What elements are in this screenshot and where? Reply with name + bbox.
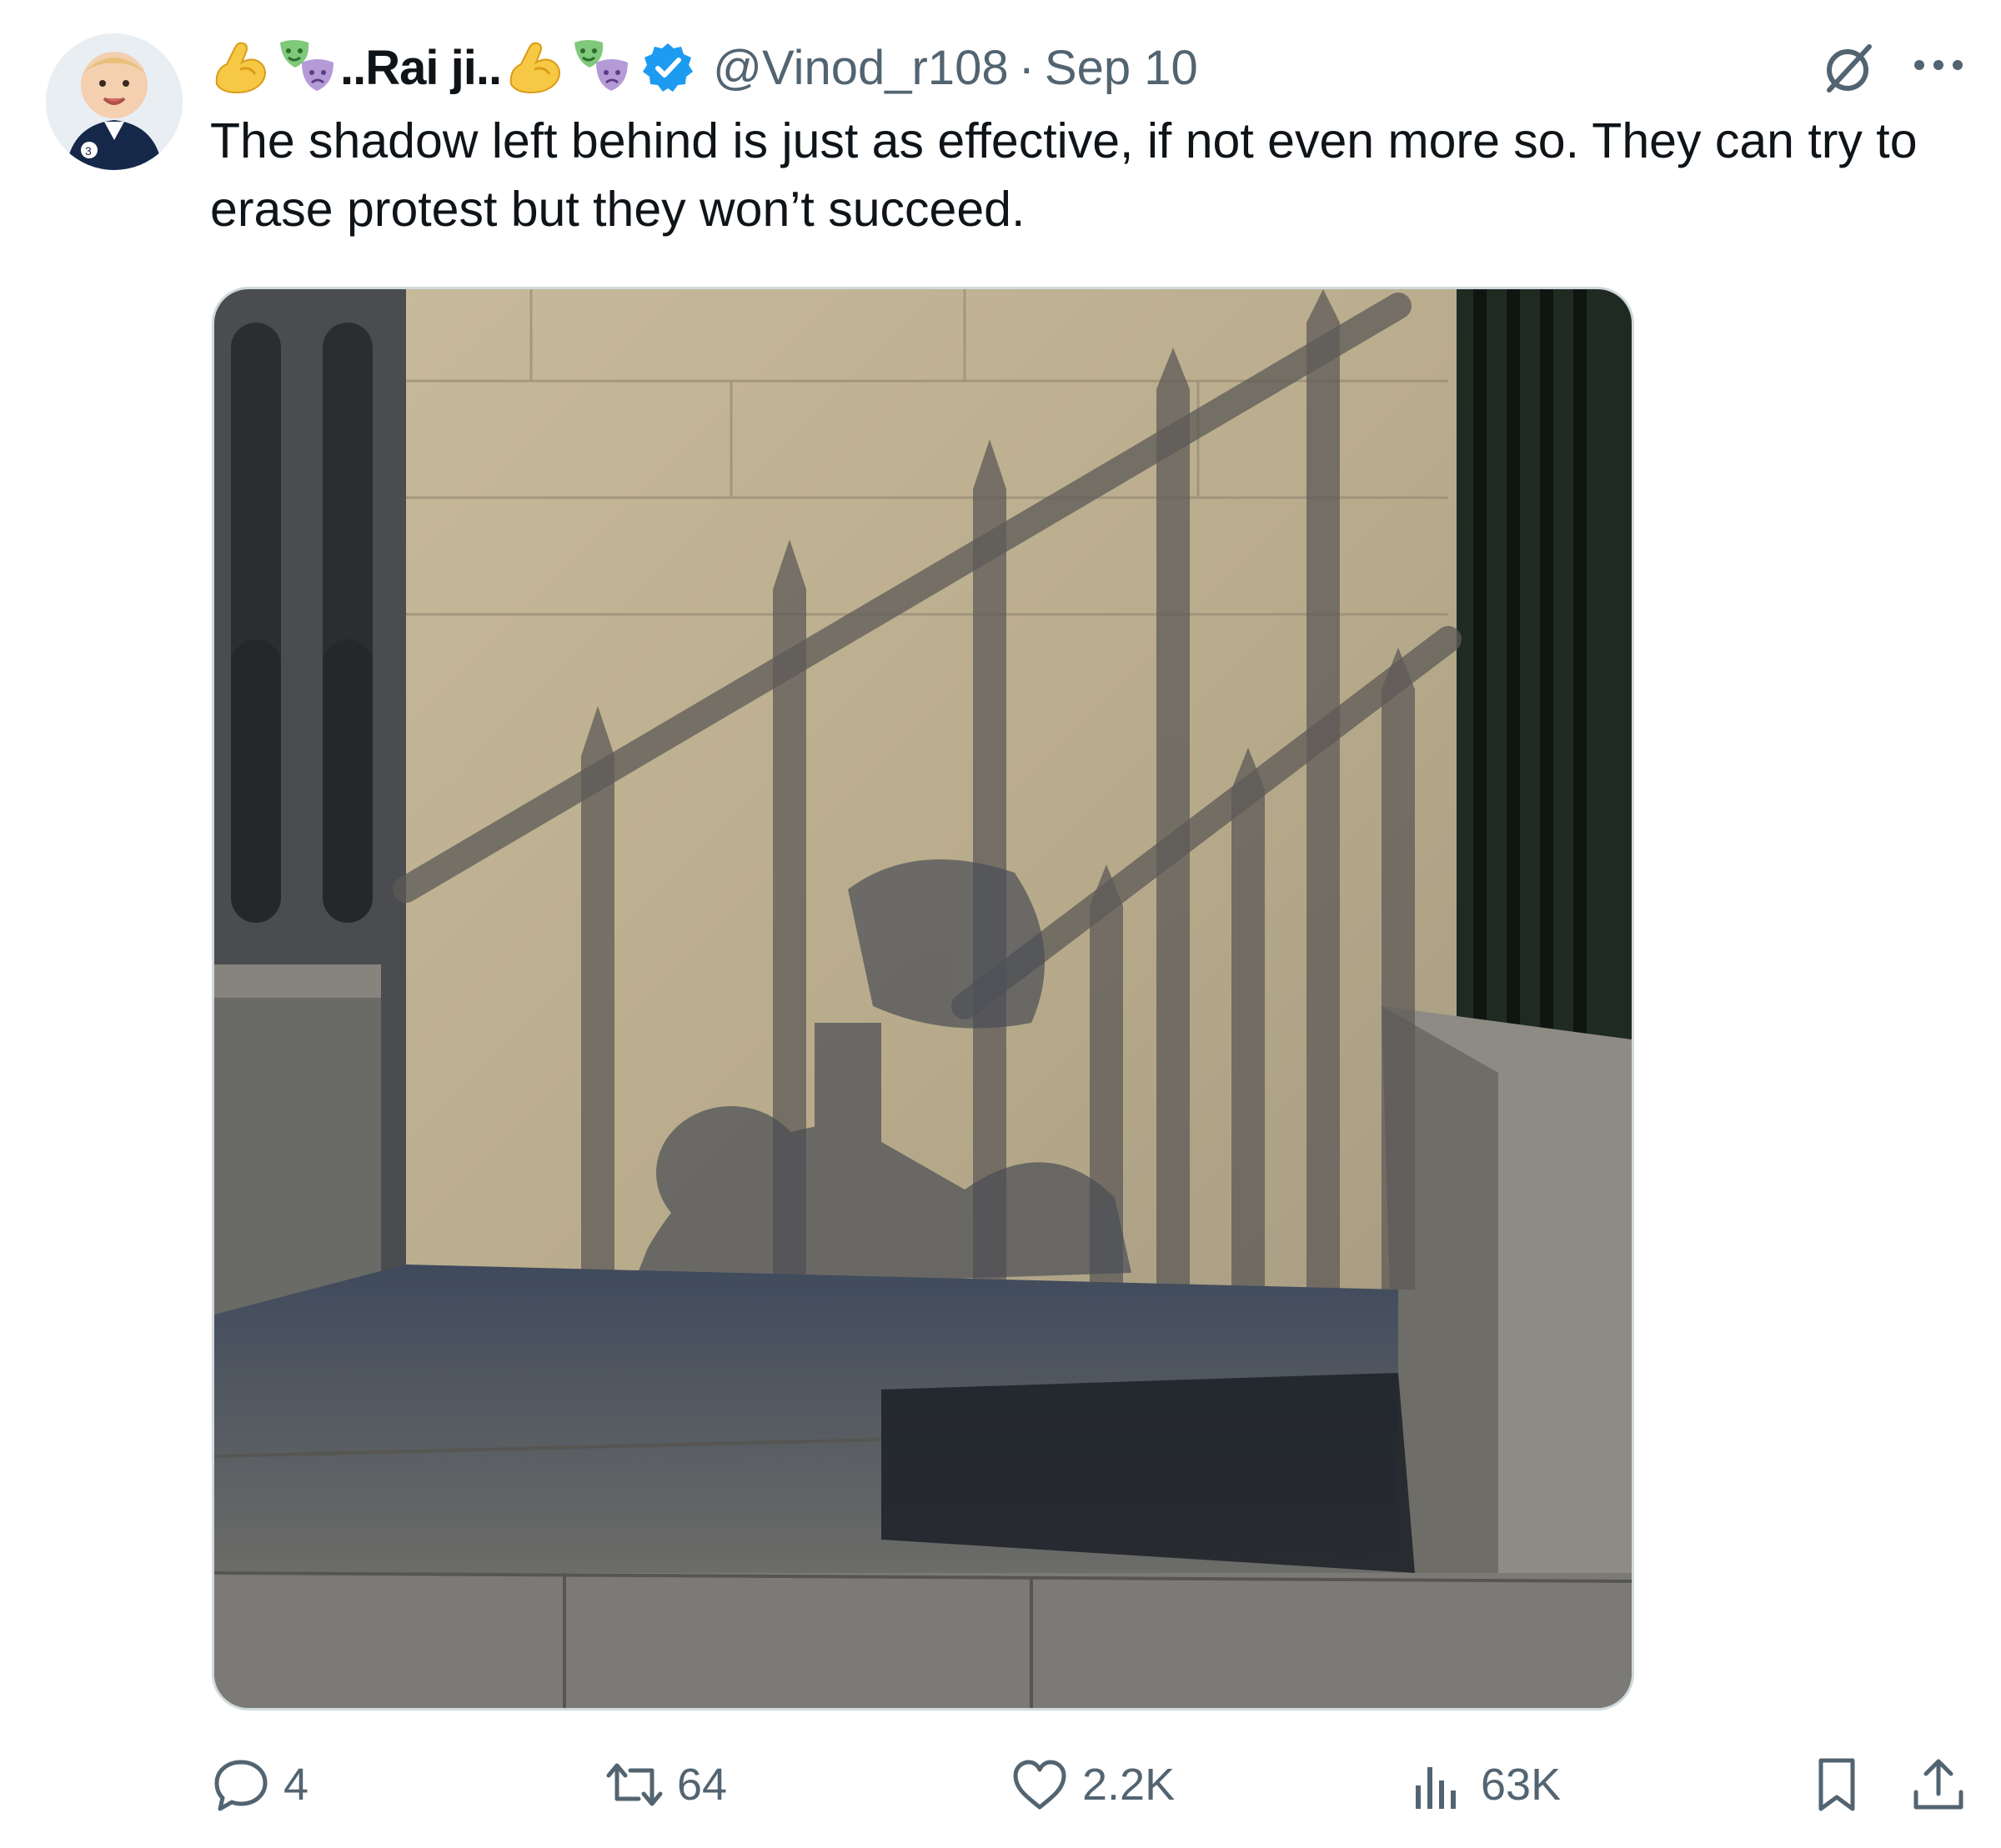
display-name[interactable]: ..Rai ji.. [340, 40, 502, 96]
timestamp[interactable]: Sep 10 [1045, 40, 1198, 96]
tweet-header: ..Rai ji.. @Vinod_r108 · Sep 10 [210, 33, 1198, 102]
like-icon [1013, 1760, 1066, 1810]
performing-arts-emoji [275, 36, 339, 99]
repost-icon [606, 1763, 663, 1806]
share-icon [1913, 1759, 1963, 1810]
svg-text:3: 3 [85, 144, 92, 158]
handle[interactable]: @Vinod_r108 [713, 40, 1009, 96]
reply-icon [214, 1760, 268, 1811]
bookmark-button[interactable] [1808, 1755, 1866, 1814]
bookmark-icon [1818, 1758, 1855, 1811]
verified-badge-icon[interactable] [641, 41, 695, 94]
grok-icon[interactable] [1818, 38, 1878, 98]
reply-button[interactable]: 4 [212, 1755, 308, 1814]
performing-arts-emoji [569, 36, 633, 99]
like-count: 2.2K [1082, 1760, 1176, 1810]
share-button[interactable] [1909, 1755, 1968, 1814]
views-button[interactable]: 63K [1409, 1755, 1561, 1814]
like-button[interactable]: 2.2K [1011, 1755, 1175, 1814]
more-icon[interactable] [1909, 48, 1968, 82]
action-bar: 4 64 2.2K 63K [0, 1750, 2001, 1834]
flexed-biceps-emoji [210, 36, 273, 99]
repost-count: 64 [677, 1760, 728, 1810]
tweet-text: The shadow left behind is just as effect… [210, 113, 1918, 237]
separator: · [1018, 40, 1035, 95]
views-count: 63K [1481, 1760, 1562, 1810]
views-icon [1416, 1767, 1456, 1809]
repost-button[interactable]: 64 [605, 1755, 727, 1814]
reply-count: 4 [283, 1760, 309, 1810]
tweet-photo[interactable] [212, 287, 1634, 1710]
flexed-biceps-emoji [504, 36, 568, 99]
avatar[interactable]: 3 [46, 33, 183, 170]
